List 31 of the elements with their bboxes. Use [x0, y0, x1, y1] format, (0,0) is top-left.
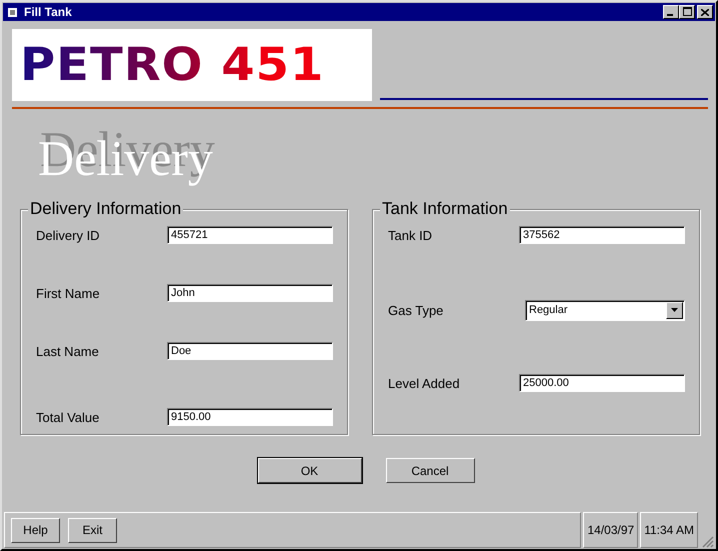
- dropdown[interactable]: Regular: [525, 300, 685, 320]
- status-date: 14/03/97: [583, 512, 638, 548]
- group-title: Delivery Information: [28, 199, 184, 219]
- input-field[interactable]: Doe: [167, 342, 333, 360]
- maximize-button[interactable]: [679, 5, 695, 19]
- input-field[interactable]: 375562: [519, 226, 685, 244]
- heading: Delivery: [38, 129, 213, 187]
- dialog-button[interactable]: Cancel: [386, 458, 474, 483]
- window-title: Fill Tank: [24, 5, 72, 19]
- field-label: First Name: [36, 286, 100, 300]
- input-field[interactable]: 455721: [167, 226, 333, 244]
- close-icon: [701, 8, 709, 16]
- input-field[interactable]: 9150.00: [167, 408, 333, 426]
- status-button[interactable]: Help: [11, 518, 60, 542]
- minimize-button[interactable]: [663, 5, 679, 19]
- field-label: Total Value: [36, 410, 100, 424]
- input-field[interactable]: John: [167, 284, 333, 302]
- field-label: Gas Type: [388, 302, 444, 318]
- close-button[interactable]: [697, 5, 713, 19]
- status-time: 11:34 AM: [640, 512, 698, 548]
- resize-grip-icon: [702, 536, 714, 548]
- dialog-button[interactable]: OK: [258, 458, 362, 483]
- status-button[interactable]: Exit: [68, 518, 117, 542]
- field-label: Last Name: [36, 344, 99, 358]
- input-field[interactable]: 25000.00: [519, 374, 685, 392]
- field-label: Tank ID: [388, 228, 432, 242]
- maximize-icon: [682, 7, 692, 16]
- app-icon: [7, 6, 19, 18]
- field-label: Level Added: [388, 376, 460, 390]
- dropdown-arrow-icon: [671, 308, 678, 312]
- field-label: Delivery ID: [36, 228, 100, 242]
